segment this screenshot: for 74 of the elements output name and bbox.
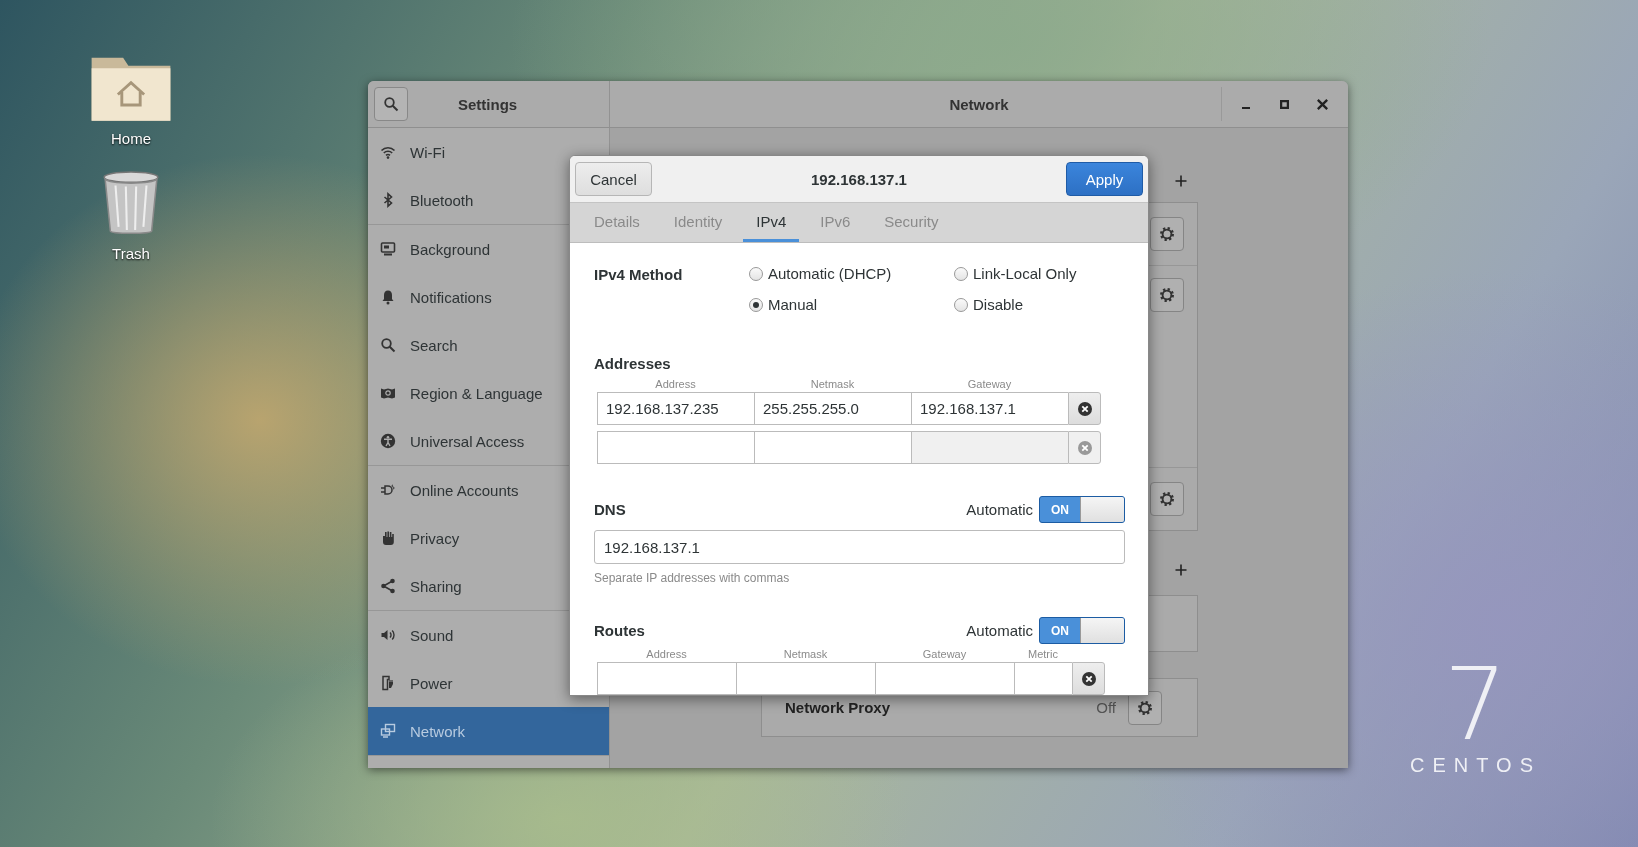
settings-button[interactable] xyxy=(1150,278,1184,312)
monitor-icon xyxy=(380,241,396,257)
section-label: IPv4 Method xyxy=(594,265,684,285)
remove-icon xyxy=(1076,439,1093,456)
column-header: Address xyxy=(645,648,688,660)
settings-button[interactable] xyxy=(1150,482,1184,516)
cancel-button[interactable]: Cancel xyxy=(575,162,652,196)
settings-icon xyxy=(1160,227,1174,241)
dns-field[interactable]: 192.168.137.1 xyxy=(594,530,1125,564)
section-title: Addresses xyxy=(594,355,672,372)
input-field[interactable] xyxy=(597,662,736,695)
column-header: Netmask xyxy=(782,648,829,660)
switch-label: Automatic xyxy=(966,622,1033,639)
plus-icon xyxy=(1173,562,1189,578)
radio-button[interactable]: Automatic (DHCP) xyxy=(749,259,954,288)
bell-icon xyxy=(380,289,396,305)
plug-icon xyxy=(380,482,396,498)
minimize-icon xyxy=(1241,107,1251,109)
logo-wordmark: CENTOS xyxy=(1410,754,1541,777)
input-field[interactable]: 255.255.255.0 xyxy=(754,392,911,425)
toggle-switch[interactable]: ON xyxy=(1039,617,1125,644)
column-header: Metric xyxy=(1027,648,1059,660)
input-field[interactable] xyxy=(736,662,875,695)
input-field[interactable] xyxy=(1014,662,1072,695)
input-field[interactable] xyxy=(754,431,911,464)
dialog-title: 192.168.137.1 xyxy=(811,170,907,188)
section-title: Routes xyxy=(594,622,646,639)
remove-icon xyxy=(1076,400,1093,417)
column-header: Address xyxy=(654,378,697,390)
input-field[interactable] xyxy=(597,431,754,464)
column-header: Gateway xyxy=(966,378,1013,390)
sidebar-item[interactable]: Network xyxy=(368,707,609,755)
settings-button[interactable] xyxy=(1150,217,1184,251)
radio-button[interactable]: Manual xyxy=(749,290,954,319)
radio-button[interactable]: Link-Local Only xyxy=(954,259,1124,288)
proxy-status: Off xyxy=(1096,699,1116,716)
speaker-icon xyxy=(380,627,396,643)
input-field[interactable] xyxy=(875,662,1014,695)
sidebar-item[interactable]: Power xyxy=(368,659,609,707)
remove-icon xyxy=(1080,670,1097,687)
power-icon xyxy=(380,675,396,691)
column-header: Netmask xyxy=(809,378,856,390)
close-icon xyxy=(1316,98,1328,110)
sidebar-title: Settings xyxy=(458,95,518,113)
wifi-icon xyxy=(380,144,396,160)
accessibility-icon xyxy=(380,433,396,449)
settings-icon xyxy=(1138,700,1152,715)
logo-numeral: 7 xyxy=(1443,660,1508,750)
input-field[interactable]: 192.168.137.235 xyxy=(597,392,754,425)
icon-label: Home xyxy=(111,130,151,147)
settings-icon xyxy=(1160,288,1174,302)
icon-label: Trash xyxy=(112,245,150,262)
radio-button[interactable]: Disable xyxy=(954,290,1124,319)
search-icon xyxy=(383,96,399,112)
share-icon xyxy=(380,578,396,594)
switch-label: Automatic xyxy=(966,501,1033,518)
search-icon xyxy=(380,337,396,353)
tab[interactable]: IPv4 xyxy=(743,203,800,242)
column-header: Gateway xyxy=(921,648,968,660)
monitors-icon xyxy=(380,723,396,739)
window-title: Network xyxy=(949,95,1009,113)
apply-button[interactable]: Apply xyxy=(1066,162,1143,196)
maximize-icon xyxy=(1279,99,1289,109)
proxy-label: Network Proxy xyxy=(785,699,892,716)
search-button[interactable] xyxy=(374,87,408,121)
hand-icon xyxy=(380,530,396,546)
plus-icon xyxy=(1173,173,1189,189)
hint-text: Separate IP addresses with commas xyxy=(594,571,791,585)
input-field[interactable]: 192.168.137.1 xyxy=(911,392,1068,425)
settings-icon xyxy=(1160,492,1174,506)
remove-button[interactable] xyxy=(1072,662,1105,695)
section-title: DNS xyxy=(594,501,627,518)
remove-button[interactable] xyxy=(1068,392,1101,425)
toggle-switch[interactable]: ON xyxy=(1039,496,1125,523)
